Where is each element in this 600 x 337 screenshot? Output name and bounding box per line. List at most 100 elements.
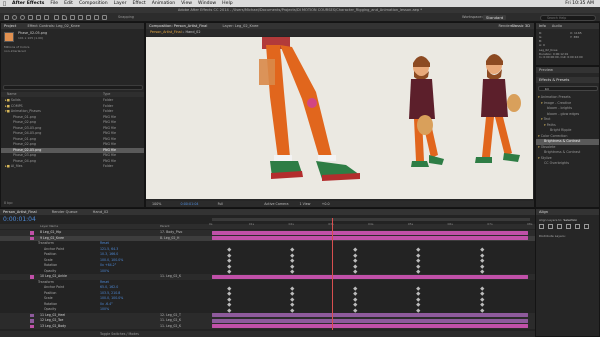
keyframe-marker[interactable] — [416, 302, 421, 307]
keyframe-marker[interactable] — [290, 291, 295, 296]
composition-canvas[interactable] — [146, 37, 533, 199]
selection-tool-icon[interactable] — [4, 15, 9, 20]
align-vcenter-icon[interactable] — [575, 224, 580, 229]
keyframe-marker[interactable] — [480, 307, 484, 312]
keyframe-marker[interactable] — [227, 258, 231, 263]
keyframe-marker[interactable] — [416, 252, 421, 257]
tab-hand[interactable]: Hand_02 — [93, 210, 109, 214]
keyframe-marker[interactable] — [227, 247, 231, 252]
effects-item[interactable]: CC Overbrights — [536, 161, 599, 167]
resolution-select[interactable]: Full — [218, 202, 224, 206]
work-area-bar[interactable] — [212, 218, 530, 221]
layer-duration-bar[interactable] — [212, 324, 528, 329]
keyframe-marker[interactable] — [290, 258, 295, 263]
keyframe-marker[interactable] — [480, 302, 484, 307]
menu-view[interactable]: View — [178, 1, 195, 6]
keyframe-marker[interactable] — [480, 263, 484, 268]
tab-effect-controls[interactable]: Effect Controls: Leg_02_Knee — [27, 24, 79, 28]
pan-behind-tool-icon[interactable] — [44, 15, 49, 20]
align-left-icon[interactable] — [539, 224, 544, 229]
menu-app[interactable]: After Effects — [9, 1, 47, 6]
keyframe-marker[interactable] — [353, 258, 358, 263]
timeline-timecode[interactable]: 0:00:01:04 — [3, 216, 36, 223]
mask-tool-icon[interactable] — [54, 15, 59, 20]
help-search-input[interactable]: Search Help — [540, 14, 596, 21]
layer-duration-bar[interactable] — [212, 274, 528, 279]
keyframe-marker[interactable] — [290, 252, 295, 257]
menu-layer[interactable]: Layer — [111, 1, 130, 6]
keyframe-marker[interactable] — [416, 258, 421, 263]
label-color-swatch[interactable] — [30, 319, 34, 323]
zoom-tool-icon[interactable] — [20, 15, 25, 20]
keyframe-marker[interactable] — [416, 269, 421, 274]
eraser-tool-icon[interactable] — [94, 15, 99, 20]
brush-tool-icon[interactable] — [78, 15, 83, 20]
keyframe-marker[interactable] — [227, 291, 231, 296]
breadcrumb-comp[interactable]: Person_Artist_Final — [150, 30, 182, 34]
keyframe-marker[interactable] — [290, 307, 295, 312]
parent-select[interactable]: 11. Leg_02_K — [160, 324, 181, 330]
label-color-swatch[interactable] — [30, 236, 34, 240]
align-bottom-icon[interactable] — [584, 224, 589, 229]
keyframe-marker[interactable] — [480, 269, 484, 274]
keyframe-marker[interactable] — [480, 285, 484, 290]
keyframe-marker[interactable] — [416, 291, 421, 296]
keyframe-marker[interactable] — [227, 307, 231, 312]
keyframe-marker[interactable] — [416, 285, 421, 290]
tab-audio[interactable]: Audio — [552, 24, 562, 28]
type-tool-icon[interactable] — [70, 15, 75, 20]
menu-animation[interactable]: Animation — [149, 1, 178, 6]
keyframe-marker[interactable] — [353, 263, 358, 268]
menu-effect[interactable]: Effect — [129, 1, 148, 6]
snapping-label[interactable]: Snapping — [118, 15, 134, 19]
tab-preview[interactable]: Preview — [539, 68, 553, 72]
align-top-icon[interactable] — [566, 224, 571, 229]
menu-composition[interactable]: Composition — [76, 1, 111, 6]
keyframe-marker[interactable] — [416, 296, 421, 301]
puppet-tool-icon[interactable] — [102, 15, 107, 20]
keyframe-marker[interactable] — [416, 263, 421, 268]
keyframe-marker[interactable] — [480, 258, 484, 263]
view-select[interactable]: 1 View — [300, 202, 311, 206]
breadcrumb-hand[interactable]: Hand_02 — [186, 30, 201, 34]
rotate-tool-icon[interactable] — [28, 15, 33, 20]
col-type[interactable]: Type — [103, 92, 110, 97]
keyframe-marker[interactable] — [290, 302, 295, 307]
keyframe-marker[interactable] — [480, 296, 484, 301]
pen-tool-icon[interactable] — [62, 15, 67, 20]
menu-help[interactable]: Help — [219, 1, 235, 6]
col-name[interactable]: Name — [1, 92, 16, 96]
align-right-icon[interactable] — [557, 224, 562, 229]
tab-timeline-comp[interactable]: Person_Artist_Final — [3, 210, 37, 214]
hand-tool-icon[interactable] — [12, 15, 17, 20]
keyframe-marker[interactable] — [290, 269, 295, 274]
keyframe-marker[interactable] — [353, 252, 358, 257]
keyframe-marker[interactable] — [480, 291, 484, 296]
keyframe-marker[interactable] — [480, 252, 484, 257]
playhead[interactable] — [332, 218, 334, 330]
col-layer-name[interactable]: Layer Name — [40, 224, 58, 229]
layer-name[interactable]: 13 Leg_02_Body — [40, 324, 66, 330]
clone-tool-icon[interactable] — [86, 15, 91, 20]
tab-layer[interactable]: Layer: Leg_02_Knee — [223, 24, 259, 28]
effects-search-input[interactable]: bri — [538, 86, 598, 91]
bit-depth[interactable]: 8 bpc — [4, 201, 13, 205]
time-ruler[interactable]: 0s 01s 02s 03s 04s 05s 06s 07s 08s — [209, 218, 532, 229]
workspace-select[interactable]: Standard — [483, 14, 507, 20]
label-color-swatch[interactable] — [30, 324, 34, 328]
timeline-layer-row[interactable]: 13 Leg_02_Body 11. Leg_02_K — [0, 323, 535, 330]
keyframe-marker[interactable] — [290, 296, 295, 301]
layer-duration-bar[interactable] — [212, 318, 528, 323]
keyframe-marker[interactable] — [353, 302, 358, 307]
menu-window[interactable]: Window — [195, 1, 219, 6]
keyframe-marker[interactable] — [353, 247, 358, 252]
keyframe-marker[interactable] — [290, 263, 295, 268]
col-parent[interactable]: Parent — [160, 224, 170, 229]
keyframe-marker[interactable] — [290, 247, 295, 252]
layer-duration-bar[interactable] — [212, 230, 528, 235]
layer-duration-bar[interactable] — [212, 313, 528, 318]
align-to-select[interactable]: Selection — [563, 218, 577, 222]
menu-edit[interactable]: Edit — [61, 1, 76, 6]
tab-effects-presets[interactable]: Effects & Presets — [539, 78, 569, 82]
menu-file[interactable]: File — [47, 1, 61, 6]
